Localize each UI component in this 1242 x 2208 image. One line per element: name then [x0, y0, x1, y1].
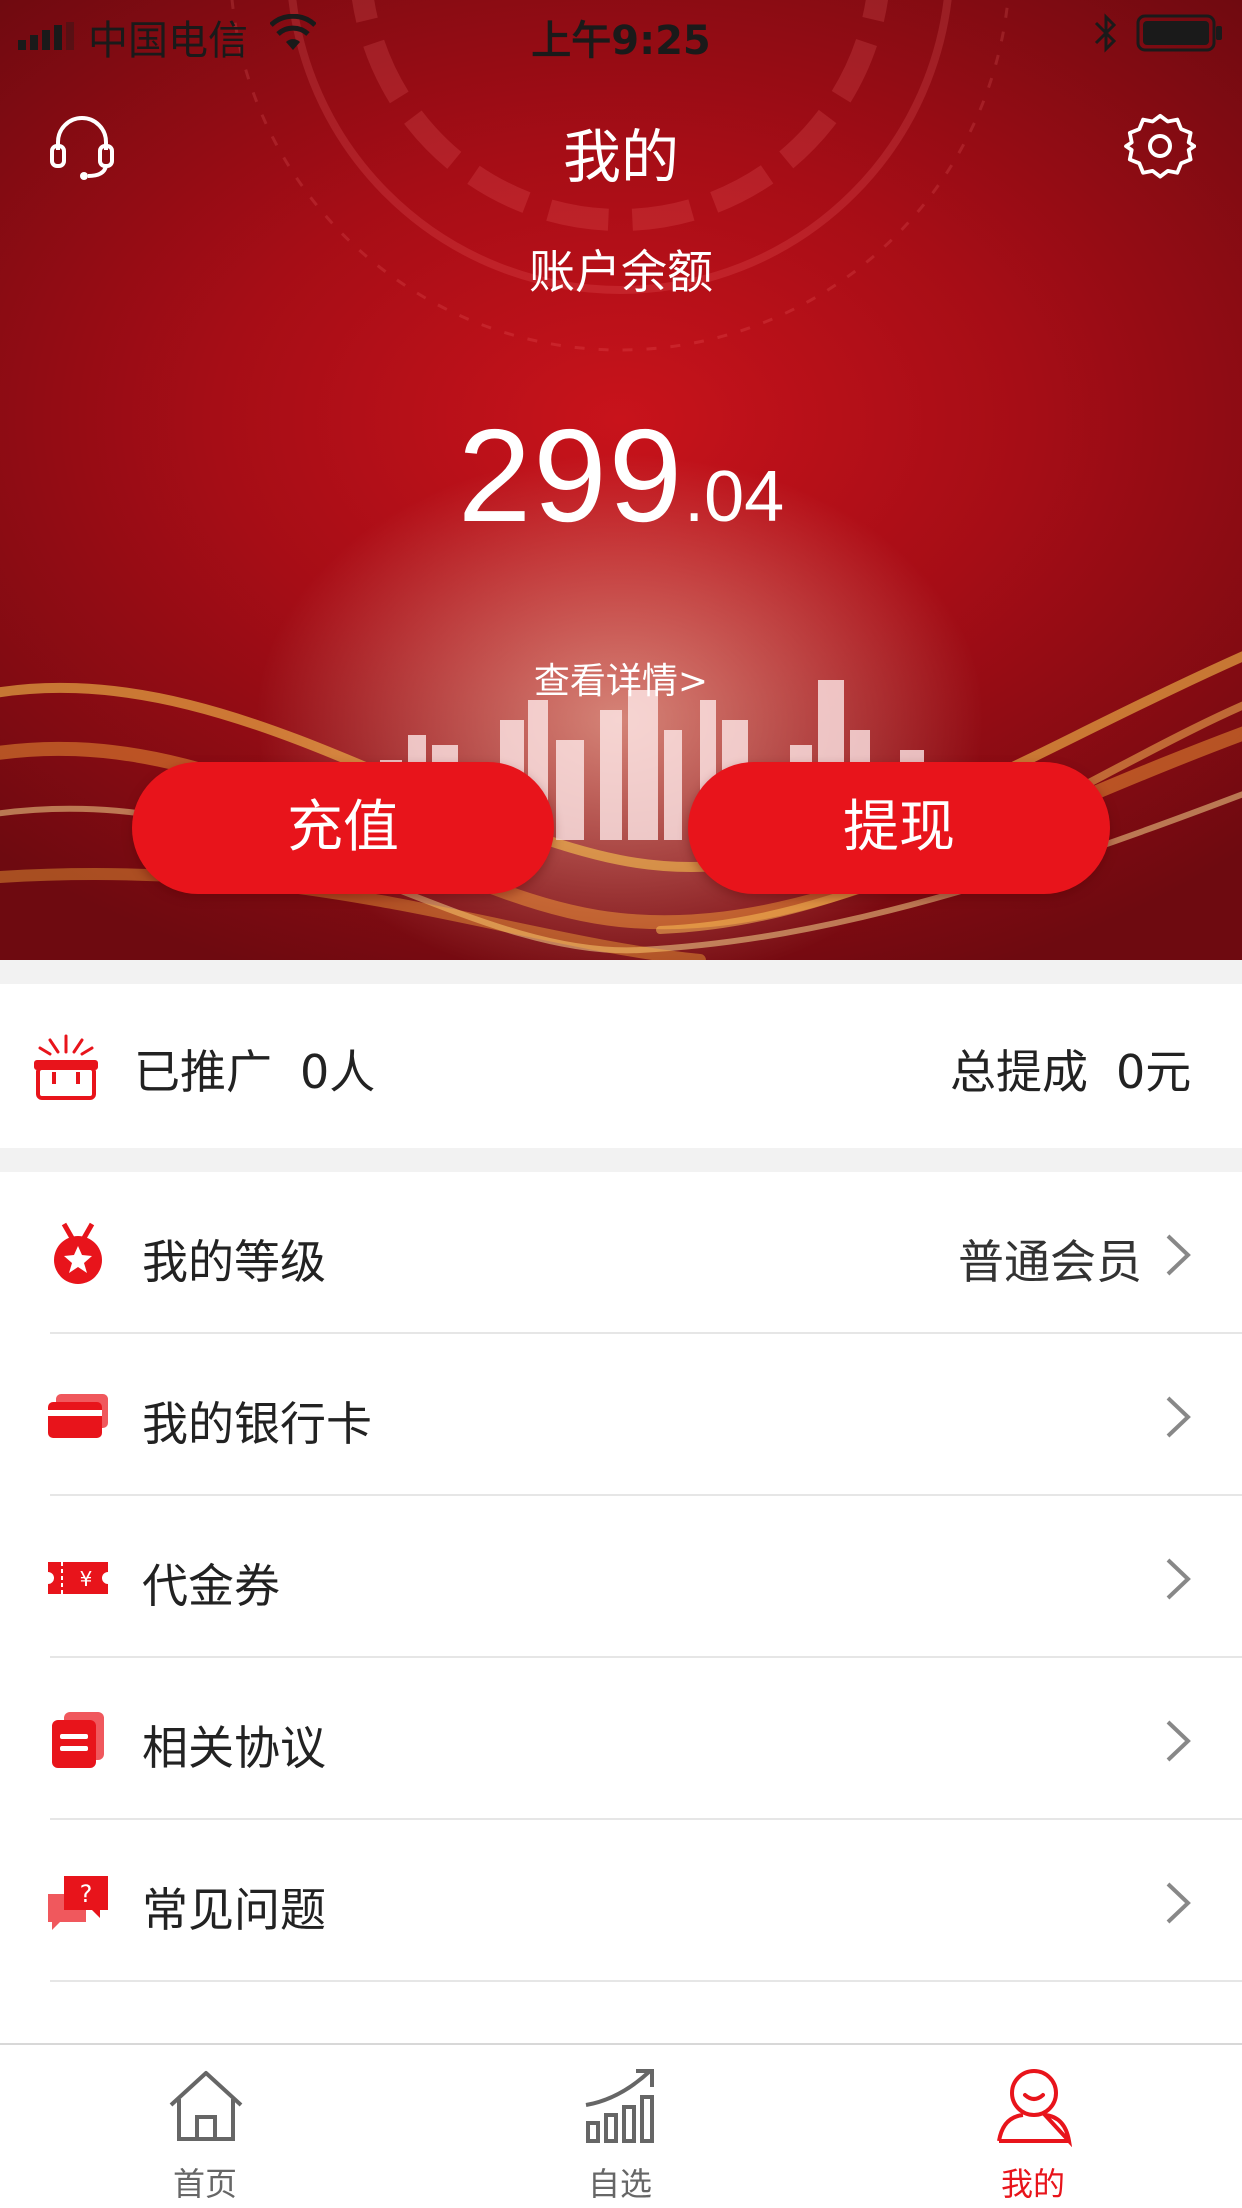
menu-item-label: 我的银行卡: [142, 1397, 372, 1451]
chevron-right-icon: [1166, 1882, 1191, 1924]
menu-item-label: 我的等级: [142, 1235, 326, 1289]
menu-item-level[interactable]: 我的等级 普通会员: [0, 1172, 1242, 1334]
bluetooth-icon: [1094, 13, 1117, 53]
menu-list: 我的等级 普通会员 我的银行卡 ¥ 代金券 相关协议 ? 常见问题: [0, 1172, 1242, 2072]
chevron-right-icon: [1166, 1396, 1191, 1438]
user-icon: [997, 2069, 1073, 2147]
promoted-label: 已推广: [134, 1045, 272, 1099]
promoted-count: 0人: [300, 1045, 376, 1099]
bank-card-icon: [48, 1394, 108, 1438]
status-bar: 中国电信 上午9:25: [0, 0, 1242, 66]
tab-label: 我的: [1000, 2165, 1065, 2203]
balance-amount: 299.04: [0, 400, 1242, 551]
balance-decimal: .04: [684, 457, 785, 537]
promotion-row[interactable]: 已推广 0人 总提成 0元: [0, 984, 1242, 1148]
withdraw-button[interactable]: 提现: [688, 762, 1110, 894]
svg-text:¥: ¥: [80, 1567, 93, 1591]
status-time: 上午9:25: [531, 18, 711, 64]
chevron-right-icon: [1166, 1558, 1191, 1600]
gear-icon[interactable]: [1124, 110, 1196, 182]
menu-item-agreement[interactable]: 相关协议: [0, 1658, 1242, 1820]
tab-home[interactable]: 首页: [105, 2045, 305, 2208]
gift-sparkle-icon: [34, 1034, 98, 1100]
menu-item-label: 代金券: [142, 1559, 280, 1613]
menu-item-bank-card[interactable]: 我的银行卡: [0, 1334, 1242, 1496]
view-details-link[interactable]: 查看详情>: [0, 652, 1242, 704]
tab-mine[interactable]: 我的: [933, 2045, 1133, 2208]
menu-item-label: 相关协议: [142, 1721, 326, 1775]
agreement-icon: [52, 1712, 104, 1768]
commission-label: 总提成: [950, 1045, 1088, 1099]
balance-integer: 299: [457, 402, 685, 549]
divider: [50, 1980, 1242, 1982]
menu-item-voucher[interactable]: ¥ 代金券: [0, 1496, 1242, 1658]
tab-label: 自选: [587, 2165, 652, 2203]
mine-page: 中国电信 上午9:25 我的 账户余额 299.04 查看详情> 充值 提现 已…: [0, 0, 1242, 2208]
member-level-value: 普通会员: [958, 1235, 1142, 1289]
faq-icon: ?: [48, 1876, 108, 1930]
svg-text:?: ?: [80, 1880, 93, 1908]
chevron-right-icon: [1166, 1234, 1191, 1276]
voucher-icon: ¥: [48, 1562, 108, 1594]
tab-watchlist[interactable]: 自选: [520, 2045, 720, 2208]
menu-item-faq[interactable]: ? 常见问题: [0, 1820, 1242, 1982]
recharge-button[interactable]: 充值: [132, 762, 554, 894]
chevron-right-icon: [1166, 1720, 1191, 1762]
battery-icon: [1136, 14, 1222, 52]
account-hero: 中国电信 上午9:25 我的 账户余额 299.04 查看详情> 充值 提现: [0, 0, 1242, 960]
medal-icon: [54, 1222, 102, 1284]
home-icon: [169, 2071, 243, 2141]
trend-chart-icon: [585, 2069, 654, 2143]
page-title: 我的: [562, 123, 679, 191]
menu-item-label: 常见问题: [142, 1883, 326, 1937]
commission-value: 0元: [1116, 1045, 1192, 1099]
balance-label: 账户余额: [529, 245, 713, 299]
bottom-tab-bar: 首页 自选 我的: [0, 2043, 1242, 2208]
tab-label: 首页: [172, 2165, 237, 2203]
